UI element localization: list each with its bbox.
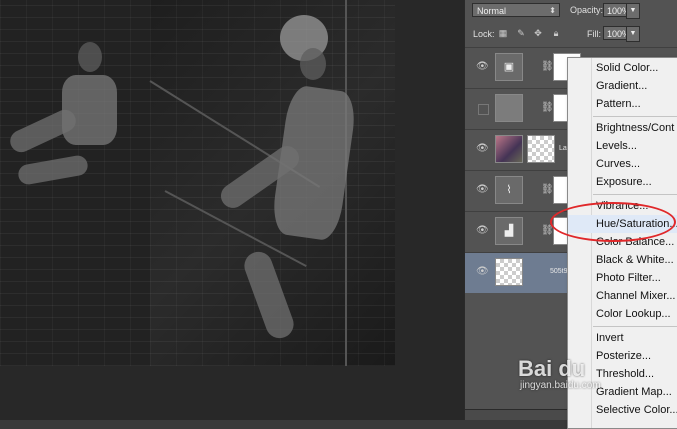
menu-item-black-white[interactable]: Black & White... bbox=[568, 251, 677, 269]
watermark-url: jingyan.baidu.com bbox=[520, 380, 601, 391]
baidu-watermark: Bai du jingyan.baidu.com bbox=[518, 356, 601, 391]
menu-item-channel-mixer[interactable]: Channel Mixer... bbox=[568, 287, 677, 305]
figure-head bbox=[300, 48, 326, 80]
eye-icon[interactable]: 👁︎ bbox=[476, 61, 489, 73]
figure-body bbox=[62, 75, 117, 145]
lock-brush-icon[interactable]: ✎ bbox=[516, 28, 526, 38]
link-icon: ⛓︎ bbox=[541, 225, 554, 236]
photo-image bbox=[0, 0, 395, 366]
layer-thumbnail bbox=[495, 258, 523, 286]
visibility-off-box[interactable] bbox=[478, 104, 489, 115]
menu-item-solid-color[interactable]: Solid Color... bbox=[568, 59, 677, 77]
menu-item-photo-filter[interactable]: Photo Filter... bbox=[568, 269, 677, 287]
opacity-label: Opacity: bbox=[570, 5, 604, 15]
chevron-down-icon[interactable]: ▼ bbox=[626, 3, 640, 19]
figure-head bbox=[78, 42, 102, 72]
menu-item-selective-color[interactable]: Selective Color... bbox=[568, 401, 677, 419]
lock-all-icon[interactable]: 🔒︎ bbox=[551, 28, 561, 38]
menu-item-invert[interactable]: Invert bbox=[568, 329, 677, 347]
menu-item-hue-saturation[interactable]: Hue/Saturation... bbox=[568, 215, 677, 233]
lock-move-icon[interactable]: ✥ bbox=[533, 28, 543, 38]
solid-fill-icon bbox=[495, 94, 523, 122]
watermark-brand: Bai du bbox=[518, 356, 586, 381]
menu-separator bbox=[593, 194, 677, 195]
levels-icon: ▟ bbox=[495, 217, 523, 245]
eye-icon[interactable]: 👁︎ bbox=[476, 266, 489, 278]
document-canvas[interactable] bbox=[0, 0, 464, 420]
menu-separator bbox=[593, 326, 677, 327]
menu-item-curves[interactable]: Curves... bbox=[568, 155, 677, 173]
chevron-down-icon[interactable]: ▼ bbox=[626, 26, 640, 42]
fill-label: Fill: bbox=[587, 29, 601, 39]
chevron-down-icon: ⬍ bbox=[549, 6, 556, 15]
lock-transparent-icon[interactable]: ▦ bbox=[498, 28, 508, 38]
link-icon: ⛓︎ bbox=[541, 184, 554, 195]
blend-mode-select[interactable]: Normal ⬍ bbox=[472, 3, 560, 17]
eye-icon[interactable]: 👁︎ bbox=[476, 184, 489, 196]
lock-row: Lock: ▦ ✎ ✥ 🔒︎ Fill: 100% ▼ bbox=[465, 22, 677, 44]
layer-mask-thumbnail[interactable] bbox=[527, 135, 555, 163]
menu-item-color-balance[interactable]: Color Balance... bbox=[568, 233, 677, 251]
menu-item-gradient[interactable]: Gradient... bbox=[568, 77, 677, 95]
eye-icon[interactable]: 👁︎ bbox=[476, 225, 489, 237]
curves-icon: ⌇ bbox=[495, 176, 523, 204]
layer-thumbnail bbox=[495, 135, 523, 163]
eye-icon[interactable]: 👁︎ bbox=[476, 143, 489, 155]
menu-item-pattern[interactable]: Pattern... bbox=[568, 95, 677, 113]
gradient-map-icon: ▣ bbox=[495, 53, 523, 81]
menu-item-exposure[interactable]: Exposure... bbox=[568, 173, 677, 191]
menu-item-brightness-contrast[interactable]: Brightness/Cont bbox=[568, 119, 677, 137]
layer-name[interactable]: 505t9 bbox=[550, 268, 568, 275]
link-icon: ⛓︎ bbox=[541, 102, 554, 113]
link-icon: ⛓︎ bbox=[541, 61, 554, 72]
menu-item-color-lookup[interactable]: Color Lookup... bbox=[568, 305, 677, 323]
blend-mode-value: Normal bbox=[477, 6, 507, 16]
menu-item-vibrance[interactable]: Vibrance... bbox=[568, 197, 677, 215]
menu-separator bbox=[593, 116, 677, 117]
blend-row: Normal ⬍ Opacity: 100% ▼ bbox=[465, 0, 677, 22]
lock-label: Lock: bbox=[473, 29, 495, 39]
opacity-field[interactable]: 100% ▼ bbox=[603, 3, 640, 19]
fill-field[interactable]: 100% ▼ bbox=[603, 26, 640, 42]
menu-item-levels[interactable]: Levels... bbox=[568, 137, 677, 155]
